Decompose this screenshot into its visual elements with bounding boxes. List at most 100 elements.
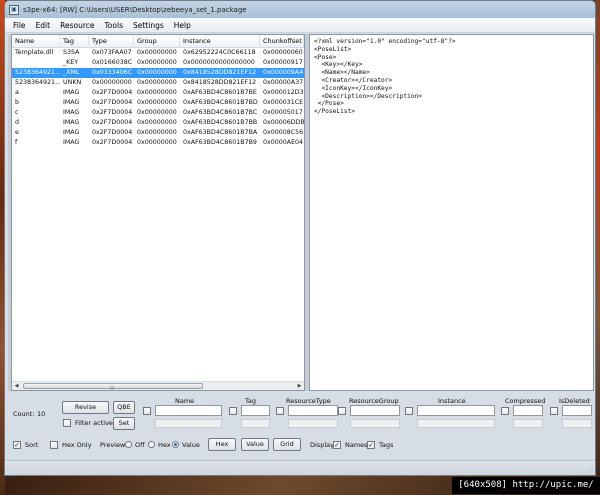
revise-button[interactable]: Revise	[62, 401, 109, 414]
cell-tag: IMAG	[63, 119, 80, 126]
scroll-thumb[interactable]: |||	[23, 382, 203, 390]
column-header-name[interactable]: Name	[12, 34, 60, 48]
hex-button[interactable]: Hex	[208, 438, 236, 451]
table-row[interactable]: a IMAG 0x2F7D0004 0x00000000 0xAF63BD4C8601B…	[12, 88, 304, 98]
filter-tag-field[interactable]	[241, 405, 270, 416]
horizontal-scrollbar[interactable]: ◀ ||| ▶	[12, 381, 304, 390]
names-label: Names	[345, 441, 368, 449]
title-bar[interactable]: ▣ s3pe-x64: [RW] C:\Users\USER\Desktop\z…	[5, 1, 595, 18]
cell-name: f	[15, 139, 18, 146]
xml-preview-pane[interactable]: <?xml version="1.0" encoding="utf-8"?> <P…	[309, 34, 594, 391]
cell-type: 0x0333406C	[92, 69, 133, 76]
list-header: Name Tag Type Group Instance Chunkoffset	[12, 34, 304, 48]
cell-group: 0x00000000	[137, 89, 177, 96]
cell-tag: _KEY	[63, 59, 79, 66]
filter-header-resourcegroup: ResourceGroup	[349, 397, 399, 405]
cell-chunk: 0x00005017	[263, 109, 303, 116]
column-header-chunkoffset[interactable]: Chunkoffset	[260, 34, 304, 48]
filter-name-field[interactable]	[155, 405, 222, 416]
menu-resource[interactable]: Resource	[60, 21, 94, 30]
tags-checkbox[interactable]: ✓	[367, 441, 375, 449]
cell-instance: 0xAF63BD4C8601B7BD	[183, 99, 258, 106]
resize-grip-icon[interactable]: ⋰	[587, 466, 593, 473]
preview-hex-label: Hex	[158, 441, 171, 449]
filter-resourcegroup-checkbox[interactable]	[338, 407, 346, 415]
table-row[interactable]: c IMAG 0x2F7D0004 0x00000000 0xAF63BD4C8601B…	[12, 108, 304, 118]
table-row[interactable]: e IMAG 0x2F7D0004 0x00000000 0xAF63BD4C8601B…	[12, 128, 304, 138]
cell-instance: 0xAF63BD4C8601B7BC	[183, 109, 258, 116]
filter-isdeleted-value	[562, 419, 592, 428]
menu-help[interactable]: Help	[174, 21, 191, 30]
filter-header-isdeleted: IsDeleted	[559, 397, 590, 405]
filter-active-checkbox[interactable]	[63, 419, 71, 427]
qbe-button[interactable]: QBE	[113, 401, 135, 414]
grid-button[interactable]: Grid	[273, 438, 301, 451]
filter-header-name: Name	[175, 397, 195, 405]
cell-name	[12, 58, 60, 68]
table-row[interactable]: f IMAG 0x2F7D0004 0x00000000 0xAF63BD4C8601B…	[12, 138, 304, 148]
table-row[interactable]: _KEY 0x0166038C 0x00000000 0x00000000000000…	[12, 58, 304, 68]
cell-name: Template.dll	[15, 49, 54, 56]
cell-instance: 0x0000000000000000	[183, 59, 255, 66]
cell-group: 0x00000000	[137, 79, 177, 86]
scroll-left-icon[interactable]: ◀	[12, 382, 21, 391]
filter-tag-checkbox[interactable]	[229, 407, 237, 415]
table-row[interactable]: 5238364921... UNKN 0x00000000 0x00000000 0x8…	[12, 78, 304, 88]
preview-off-label: Off	[135, 441, 145, 449]
menu-edit[interactable]: Edit	[36, 21, 51, 30]
table-row[interactable]: 5238364921... _XML 0x0333406C 0x00000000 0x8…	[12, 68, 304, 78]
menu-bar: File Edit Resource Tools Settings Help	[5, 18, 595, 33]
filter-compressed-checkbox[interactable]	[501, 407, 509, 415]
cell-instance: 0xAF63BD4C8601B7BB	[183, 119, 258, 126]
filter-instance-checkbox[interactable]	[405, 407, 413, 415]
filter-resourcetype-field[interactable]	[288, 405, 338, 416]
cell-chunk: 0x000012D3	[263, 89, 304, 96]
cell-tag: IMAG	[63, 109, 80, 116]
table-row[interactable]: b IMAG 0x2F7D0004 0x00000000 0xAF63BD4C8601B…	[12, 98, 304, 108]
table-row[interactable]: Template.dll S3SA 0x073FAA07 0x00000000 0x62…	[12, 48, 304, 58]
cell-chunk: 0x0000AE04	[263, 139, 304, 146]
window-title: s3pe-x64: [RW] C:\Users\USER\Desktop\zeb…	[23, 5, 247, 14]
filter-resourcetype-value	[288, 419, 338, 428]
scroll-right-icon[interactable]: ▶	[295, 382, 304, 391]
cell-chunk: 0x00000A37	[263, 79, 304, 86]
cell-group: 0x00000000	[137, 129, 177, 136]
names-checkbox[interactable]: ✓	[333, 441, 341, 449]
sort-checkbox[interactable]: ✓	[13, 441, 21, 449]
cell-group: 0x00000000	[137, 69, 177, 76]
preview-value-radio[interactable]	[172, 441, 179, 448]
filter-isdeleted-checkbox[interactable]	[550, 407, 558, 415]
cell-instance: 0xAF63BD4C8601B7B9	[183, 139, 257, 146]
column-header-tag[interactable]: Tag	[60, 34, 89, 48]
filter-resourcegroup-field[interactable]	[350, 405, 400, 416]
column-header-type[interactable]: Type	[89, 34, 134, 48]
cell-instance: 0xAF63BD4C8601B7BA	[183, 129, 258, 136]
cell-name: c	[15, 109, 19, 116]
cell-instance: 0x8418528DD821EF12	[183, 69, 257, 76]
value-button[interactable]: Value	[241, 438, 269, 451]
cell-instance: 0x8418528DD821EF12	[183, 79, 257, 86]
menu-file[interactable]: File	[13, 21, 26, 30]
cell-name: 5238364921...	[15, 79, 60, 86]
preview-hex-radio[interactable]	[148, 441, 155, 448]
scroll-track[interactable]: |||	[21, 382, 295, 391]
column-header-instance[interactable]: Instance	[180, 34, 260, 48]
filter-resourcetype-checkbox[interactable]	[276, 407, 284, 415]
menu-tools[interactable]: Tools	[105, 21, 123, 30]
check-icon: ✓	[334, 441, 340, 449]
menu-settings[interactable]: Settings	[133, 21, 164, 30]
cell-group: 0x00000000	[137, 49, 177, 56]
filter-name-checkbox[interactable]	[143, 407, 151, 415]
filter-instance-field[interactable]	[417, 405, 495, 416]
set-button[interactable]: Set	[113, 417, 135, 430]
cell-chunk: 0x000031CE	[263, 99, 304, 106]
filter-compressed-field[interactable]	[513, 405, 543, 416]
xml-line: <IconKey></IconKey>	[314, 84, 393, 92]
preview-value-label: Value	[182, 441, 200, 449]
cell-name: a	[15, 89, 19, 96]
table-row[interactable]: d IMAG 0x2F7D0004 0x00000000 0xAF63BD4C8601B…	[12, 118, 304, 128]
column-header-group[interactable]: Group	[134, 34, 180, 48]
filter-isdeleted-field[interactable]	[562, 405, 592, 416]
preview-off-radio[interactable]	[125, 441, 132, 448]
hex-only-checkbox[interactable]	[50, 441, 58, 449]
